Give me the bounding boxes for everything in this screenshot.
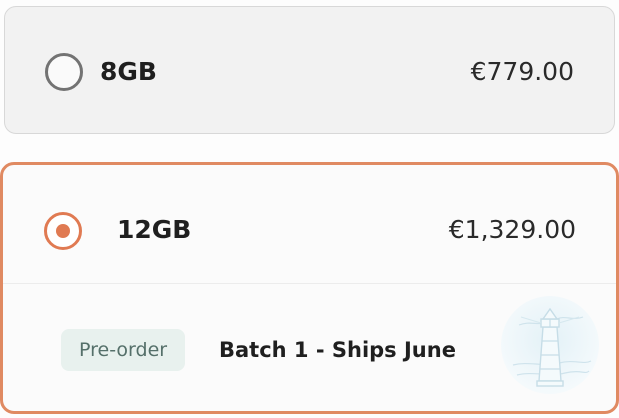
- option-8gb-price: €779.00: [470, 57, 574, 86]
- option-divider: [3, 283, 616, 284]
- option-8gb-card[interactable]: 8GB €779.00: [4, 6, 615, 134]
- preorder-badge: Pre-order: [61, 329, 186, 371]
- option-12gb-label: 12GB: [117, 215, 192, 244]
- radio-8gb[interactable]: [45, 53, 83, 91]
- shipping-batch-text: Batch 1 - Ships June: [219, 338, 456, 362]
- radio-selected-dot: [56, 224, 70, 238]
- option-12gb-price: €1,329.00: [448, 215, 576, 244]
- option-12gb-card[interactable]: 12GB €1,329.00 Pre-order Batch 1 - Ships…: [0, 162, 619, 414]
- lighthouse-icon: [501, 296, 599, 394]
- option-8gb-label: 8GB: [100, 57, 157, 86]
- radio-12gb-selected[interactable]: [44, 212, 82, 250]
- storage-option-selector: 8GB €779.00 12GB €1,329.00 Pre-order Bat…: [0, 0, 619, 418]
